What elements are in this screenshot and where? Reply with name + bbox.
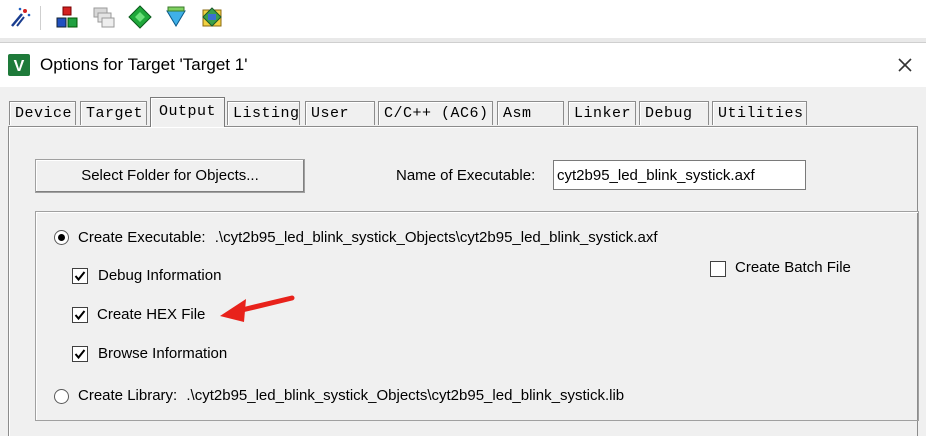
create-hex-file-label[interactable]: Create HEX File	[97, 305, 205, 325]
multi-project-icon[interactable]	[92, 5, 116, 29]
tab-c-cpp-ac6[interactable]: C/C++ (AC6)	[378, 101, 493, 125]
create-batch-file-checkbox[interactable]	[710, 261, 726, 277]
tab-target[interactable]: Target	[80, 101, 147, 125]
create-library-radio[interactable]	[54, 389, 69, 404]
pack-installer-icon[interactable]	[200, 5, 224, 29]
close-button[interactable]	[890, 51, 920, 79]
checkmark-icon	[74, 349, 86, 360]
diamond-icon[interactable]	[128, 5, 152, 29]
target-options-icon[interactable]	[55, 5, 79, 29]
tab-device[interactable]: Device	[9, 101, 76, 125]
create-library-path: .\cyt2b95_led_blink_systick_Objects\cyt2…	[186, 387, 625, 404]
tab-listing[interactable]: Listing	[227, 101, 300, 125]
radio-selected-dot	[58, 234, 65, 241]
checkmark-icon	[74, 271, 86, 282]
create-batch-file-label[interactable]: Create Batch File	[735, 258, 851, 278]
svg-text:V: V	[14, 58, 25, 75]
toolbar-separator	[40, 6, 41, 30]
select-folder-button[interactable]: Select Folder for Objects...	[35, 159, 305, 193]
create-library-text: Create Library:	[78, 387, 178, 404]
debug-information-checkbox[interactable]	[72, 268, 88, 284]
tab-output[interactable]: Output	[150, 97, 225, 127]
tab-utilities[interactable]: Utilities	[712, 101, 807, 125]
debug-information-label[interactable]: Debug Information	[98, 266, 221, 286]
toolbar	[0, 0, 926, 39]
dialog-title: Options for Target 'Target 1'	[40, 55, 248, 74]
create-hex-file-checkbox[interactable]	[72, 307, 88, 323]
tab-asm[interactable]: Asm	[497, 101, 564, 125]
create-executable-text: Create Executable:	[78, 229, 206, 246]
magic-wand-icon[interactable]	[8, 5, 32, 29]
browse-information-label[interactable]: Browse Information	[98, 344, 227, 364]
create-executable-radio[interactable]	[54, 230, 69, 245]
checkmark-icon	[74, 310, 86, 321]
tab-debug[interactable]: Debug	[639, 101, 709, 125]
keil-uvision-icon: V	[8, 54, 30, 76]
create-executable-path: .\cyt2b95_led_blink_systick_Objects\cyt2…	[214, 229, 658, 246]
create-executable-label[interactable]: Create Executable: .\cyt2b95_led_blink_s…	[78, 228, 657, 248]
annotation-arrow-icon	[220, 295, 295, 322]
executable-name-label: Name of Executable:	[396, 167, 536, 184]
tab-user[interactable]: User	[305, 101, 375, 125]
manage-components-icon[interactable]	[164, 5, 188, 29]
executable-name-input[interactable]	[553, 160, 806, 190]
tab-linker[interactable]: Linker	[568, 101, 636, 125]
create-library-label[interactable]: Create Library: .\cyt2b95_led_blink_syst…	[78, 386, 624, 406]
browse-information-checkbox[interactable]	[72, 346, 88, 362]
